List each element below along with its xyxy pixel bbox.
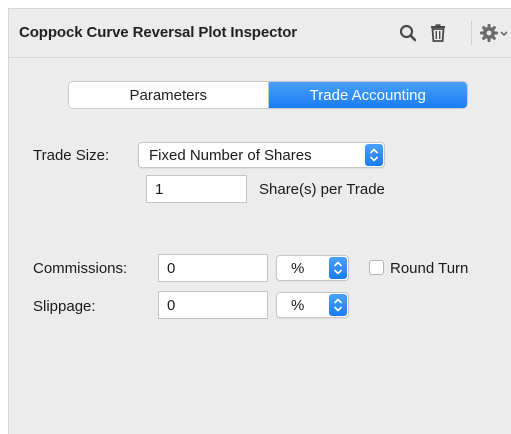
header-separator: [471, 21, 472, 45]
commissions-label: Commissions:: [33, 260, 128, 277]
slippage-label: Slippage:: [33, 298, 96, 315]
gear-icon[interactable]: [479, 23, 499, 43]
shares-per-trade-label: Share(s) per Trade: [259, 181, 385, 198]
slippage-unit-value: %: [291, 297, 305, 314]
round-turn-label: Round Turn: [390, 260, 469, 277]
trade-size-select[interactable]: Fixed Number of Shares: [138, 142, 385, 168]
trade-size-label: Trade Size:: [33, 147, 110, 164]
shares-quantity-input[interactable]: [146, 175, 247, 203]
chevron-down-icon[interactable]: [499, 23, 509, 43]
slippage-unit-select[interactable]: %: [276, 292, 349, 318]
search-icon[interactable]: [398, 23, 418, 43]
trade-size-selected-value: Fixed Number of Shares: [149, 147, 312, 164]
round-turn-checkbox[interactable]: [369, 260, 384, 275]
commissions-input[interactable]: [158, 254, 268, 282]
inspector-header: Coppock Curve Reversal Plot Inspector: [9, 9, 511, 58]
tab-bar: Parameters Trade Accounting: [68, 81, 468, 109]
stepper-arrows-icon: [329, 257, 347, 279]
panel-title: Coppock Curve Reversal Plot Inspector: [19, 24, 298, 41]
stepper-arrows-icon: [329, 294, 347, 316]
commissions-unit-select[interactable]: %: [276, 255, 349, 281]
commissions-unit-value: %: [291, 260, 305, 277]
stepper-arrows-icon: [365, 144, 383, 166]
inspector-panel: Coppock Curve Reversal Plot Inspector Pa…: [8, 8, 511, 434]
trash-icon[interactable]: [428, 23, 448, 43]
tab-parameters[interactable]: Parameters: [69, 82, 269, 108]
tab-trade-accounting[interactable]: Trade Accounting: [268, 82, 467, 108]
slippage-input[interactable]: [158, 291, 268, 319]
